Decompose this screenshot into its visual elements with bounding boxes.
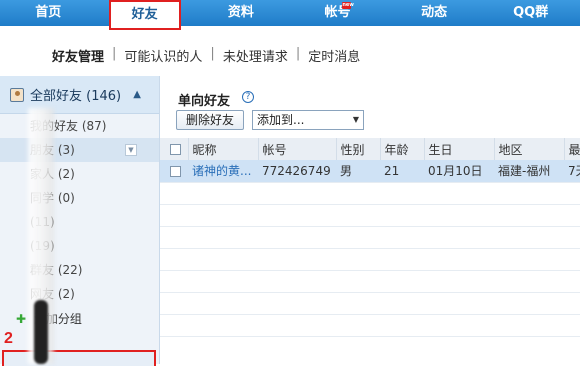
delete-friend-button[interactable]: 删除好友 [176,110,244,130]
friends-panel: 单向好友 ? 删除好友 添加到... ▼ 昵称 帐号 性别 年龄 生日 地区 最… [160,76,580,364]
nickname-link[interactable]: 诸神的黄... [192,164,251,178]
add-to-group-value: 添加到... [257,113,305,127]
subnav-separator: | [210,46,215,61]
age-cell: 21 [380,160,424,182]
group-item[interactable]: 网友 (2) [0,282,159,306]
table-header-row: 昵称 帐号 性别 年龄 生日 地区 最 [160,138,580,160]
column-header[interactable]: 生日 [424,138,495,160]
subnav-friend-manage[interactable]: 好友管理 [52,46,104,65]
blur-overlay-dark [34,300,48,364]
subnav-separator: | [112,46,117,61]
empty-row [160,203,580,226]
tab-friends[interactable]: 好友 [108,0,181,30]
empty-row [160,335,580,358]
column-header[interactable]: 昵称 [188,138,259,160]
new-badge: new [342,2,354,9]
group-item[interactable]: 家人 (2) [0,162,159,186]
group-item[interactable]: (11) [0,210,159,234]
empty-row [160,291,580,314]
column-header[interactable]: 地区 [494,138,565,160]
empty-row [160,313,580,336]
group-item[interactable]: 我的好友 (87) [0,114,159,138]
column-header[interactable]: 年龄 [380,138,425,160]
tab-profile[interactable]: 资料 [193,0,290,26]
top-nav: 首页 好友 资料 帐号 new 动态 QQ群 [0,0,580,30]
contacts-icon [10,87,24,102]
empty-row [160,181,580,204]
help-icon[interactable]: ? [242,91,254,103]
column-header[interactable]: 最 [564,138,580,160]
friend-groups-sidebar: 全部好友 (146) ▲ 我的好友 (87) 朋友 (3) ▼ 家人 (2) 同… [0,76,160,366]
group-dropdown-icon[interactable]: ▼ [125,144,137,156]
group-item[interactable]: 同学 (0) [0,186,159,210]
subnav-may-know[interactable]: 可能认识的人 [124,46,202,65]
row-checkbox-cell[interactable] [160,160,188,182]
annotation-mark-2: 2 [4,330,13,347]
empty-row [160,269,580,292]
panel-title: 单向好友 [178,94,231,109]
birthday-cell: 01月10日 [424,160,494,182]
select-all-checkbox-cell[interactable] [160,138,189,160]
gender-cell: 男 [336,160,380,182]
tab-home[interactable]: 首页 [0,0,97,26]
add-group-button[interactable]: ✚ 添加分组 [0,306,159,332]
table-row[interactable]: 诸神的黄... 772426749 男 21 01月10日 福建-福州 7天 [160,160,580,182]
tab-account[interactable]: 帐号 new [289,0,386,26]
column-header[interactable]: 性别 [336,138,381,160]
nickname-cell[interactable]: 诸神的黄... [188,160,258,182]
last-cell: 7天 [564,160,580,182]
empty-row [160,225,580,248]
subnav-scheduled-messages[interactable]: 定时消息 [308,46,360,65]
subnav-separator: | [295,46,301,61]
select-all-checkbox[interactable] [170,144,181,155]
all-friends-label: 全部好友 (146) [30,89,122,104]
subnav-pending-requests[interactable]: 未处理请求 [223,46,288,65]
column-header[interactable]: 帐号 [258,138,337,160]
group-item-selected[interactable]: 朋友 (3) ▼ [0,138,159,162]
tab-qq-group[interactable]: QQ群 [482,0,579,26]
region-cell: 福建-福州 [494,160,564,182]
sub-nav: 好友管理 | 可能认识的人 | 未处理请求 | 定时消息 [52,46,360,65]
tab-feed[interactable]: 动态 [386,0,483,26]
account-cell: 772426749 [258,160,336,182]
row-checkbox[interactable] [170,165,181,177]
all-friends-header[interactable]: 全部好友 (146) ▲ [0,76,159,114]
add-to-group-select[interactable]: 添加到... ▼ [252,110,364,130]
chevron-down-icon: ▼ [352,115,359,124]
empty-row [160,247,580,270]
friends-table: 昵称 帐号 性别 年龄 生日 地区 最 诸神的黄... 772426749 男 … [160,138,580,358]
group-item[interactable]: 群友 (22) [0,258,159,282]
plus-icon: ✚ [16,312,27,326]
group-item[interactable]: (19) [0,234,159,258]
collapse-caret-icon[interactable]: ▲ [133,89,141,100]
